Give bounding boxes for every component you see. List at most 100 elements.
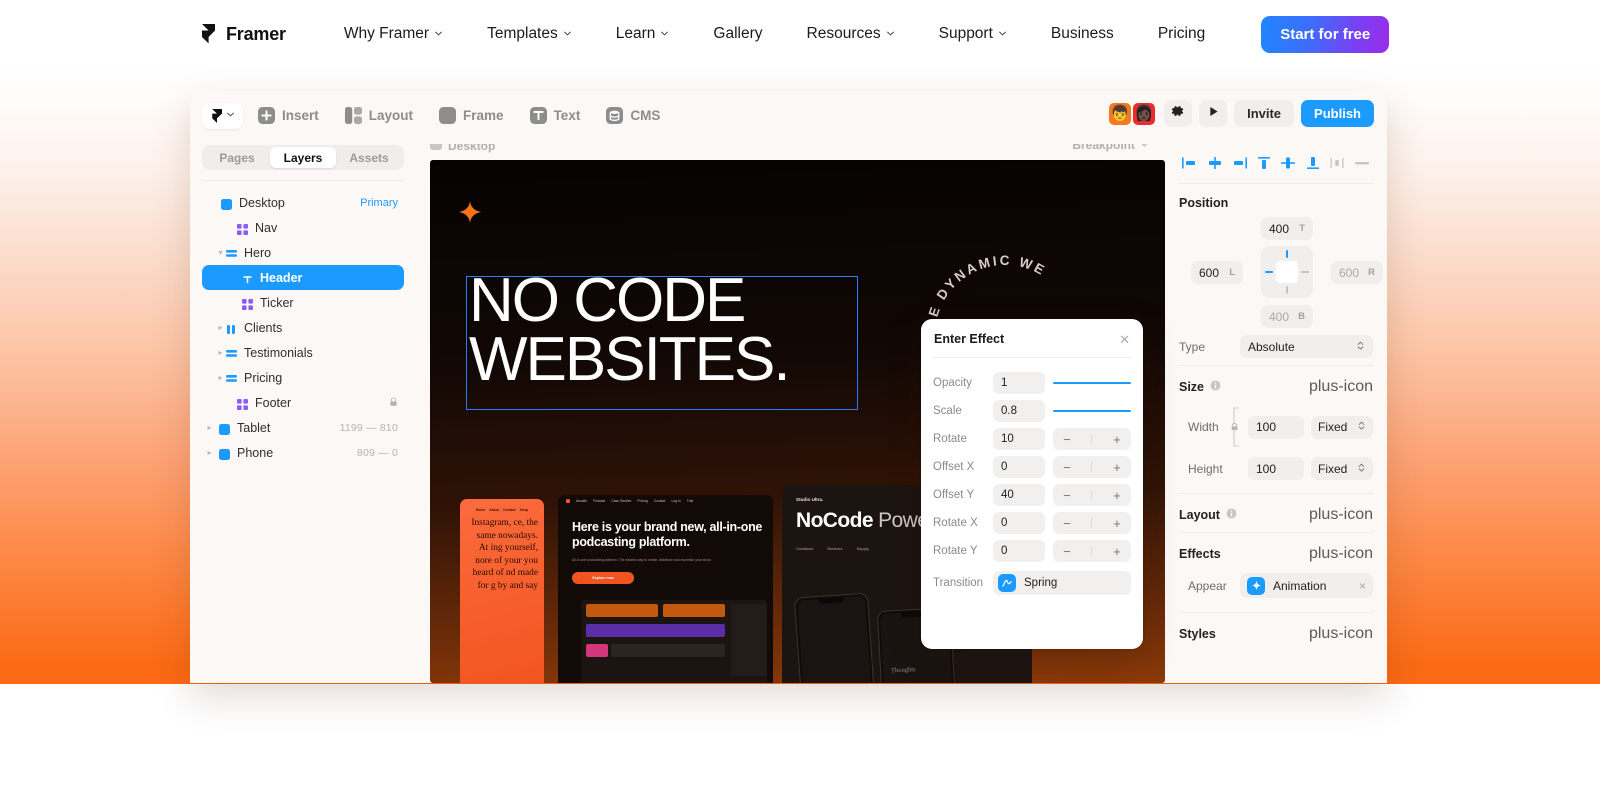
height-mode-select[interactable]: Fixed [1311, 457, 1373, 480]
layer-row-hero[interactable]: ▾ Hero [202, 240, 404, 265]
preview-button[interactable] [1199, 100, 1228, 127]
scale-input[interactable]: 0.8 [993, 400, 1045, 422]
nav-item-templates[interactable]: Templates [465, 17, 594, 51]
nav-item-gallery[interactable]: Gallery [691, 17, 784, 51]
info-icon[interactable] [1226, 508, 1237, 522]
layer-row-testimonials[interactable]: ▸ Testimonials [202, 340, 404, 365]
framer-brand[interactable]: Framer [200, 24, 286, 45]
align-left-icon[interactable] [1179, 152, 1202, 174]
layer-row-clients[interactable]: ▸ Clients [202, 315, 404, 340]
effect-animation-chip[interactable]: Animation × [1240, 573, 1373, 598]
stepper-minus-button[interactable]: − [1063, 544, 1071, 559]
start-for-free-button[interactable]: Start for free [1261, 15, 1390, 53]
enter-effect-popover[interactable]: Enter Effect ✕ Opacity 1 Scale 0.8 Rotat… [921, 319, 1143, 649]
toolbar-insert-button[interactable]: Insert [247, 101, 330, 130]
position-type-select[interactable]: Absolute [1240, 335, 1373, 358]
stepper-minus-button[interactable]: − [1063, 432, 1071, 447]
align-bottom-icon[interactable] [1302, 152, 1325, 174]
offset-x-stepper[interactable]: − + [1053, 456, 1131, 478]
stepper-plus-button[interactable]: + [1113, 544, 1121, 559]
nav-item-resources[interactable]: Resources [785, 17, 917, 51]
toolbar-cms-button[interactable]: CMS [595, 101, 671, 130]
layer-row-footer[interactable]: Footer [202, 390, 404, 415]
toolbar-text-button[interactable]: Text [519, 101, 592, 130]
project-menu-button[interactable] [202, 102, 243, 129]
layer-row-desktop[interactable]: Desktop Primary [202, 190, 404, 215]
canvas-frame-label[interactable]: Desktop [430, 144, 495, 153]
lock-icon[interactable] [389, 394, 398, 412]
invite-button[interactable]: Invite [1234, 100, 1295, 127]
nav-item-why-framer[interactable]: Why Framer [322, 17, 465, 51]
stepper-plus-button[interactable]: + [1113, 516, 1121, 531]
scale-slider[interactable] [1053, 400, 1131, 422]
layer-row-phone[interactable]: ▸ Phone 809 — 0 [202, 440, 404, 465]
position-left-input[interactable]: 600 L [1191, 261, 1243, 284]
disclosure-triangle-closed-icon[interactable]: ▸ [215, 348, 226, 357]
rotate-stepper[interactable]: − + [1053, 428, 1131, 450]
distribute-vertical-icon[interactable] [1351, 152, 1374, 174]
width-mode-select[interactable]: Fixed [1311, 415, 1373, 439]
transition-select[interactable]: Spring [993, 571, 1131, 595]
card-instagram-article[interactable]: Home About Contact Shop Instagram, ce, t… [460, 499, 544, 683]
settings-button[interactable] [1164, 100, 1193, 127]
tab-assets[interactable]: Assets [336, 147, 402, 168]
layer-row-pricing[interactable]: ▸ Pricing [202, 365, 404, 390]
nav-item-support[interactable]: Support [917, 17, 1029, 51]
align-horizontal-center-icon[interactable] [1204, 152, 1227, 174]
layer-row-tablet[interactable]: ▸ Tablet 1199 — 810 [202, 415, 404, 440]
position-anchor-pad[interactable] [1261, 246, 1313, 298]
align-top-icon[interactable] [1253, 152, 1276, 174]
rotate-input[interactable]: 10 [993, 428, 1045, 450]
layer-row-nav[interactable]: Nav [202, 215, 404, 240]
card-b-cta-button[interactable]: Explore now [572, 571, 634, 584]
toolbar-layout-button[interactable]: Layout [334, 101, 424, 130]
layer-row-ticker[interactable]: Ticker [202, 290, 404, 315]
opacity-slider[interactable] [1053, 372, 1131, 394]
layout-add-button[interactable]: plus-icon [1309, 507, 1373, 523]
styles-add-button[interactable]: plus-icon [1309, 626, 1373, 642]
disclosure-triangle-closed-icon[interactable]: ▸ [204, 423, 215, 432]
publish-button[interactable]: Publish [1301, 100, 1374, 127]
disclosure-triangle-closed-icon[interactable]: ▸ [215, 323, 226, 332]
distribute-horizontal-icon[interactable] [1326, 152, 1349, 174]
stepper-minus-button[interactable]: − [1063, 460, 1071, 475]
close-icon[interactable]: ✕ [1119, 333, 1130, 346]
tab-pages[interactable]: Pages [204, 147, 270, 168]
avatar-collaborator-1[interactable]: 👦 [1107, 100, 1134, 127]
tab-layers[interactable]: Layers [270, 147, 336, 168]
disclosure-triangle-closed-icon[interactable]: ▸ [215, 373, 226, 382]
nav-item-pricing[interactable]: Pricing [1136, 17, 1227, 51]
canvas-breakpoint-control[interactable]: Breakpoint [1072, 144, 1149, 152]
stepper-plus-button[interactable]: + [1113, 460, 1121, 475]
rotate-y-input[interactable]: 0 [993, 540, 1045, 562]
opacity-input[interactable]: 1 [993, 372, 1045, 394]
aspect-link-icon[interactable] [1230, 404, 1241, 450]
rotate-y-stepper[interactable]: − + [1053, 540, 1131, 562]
stepper-minus-button[interactable]: − [1063, 488, 1071, 503]
size-add-button[interactable]: plus-icon [1309, 379, 1373, 395]
align-vertical-center-icon[interactable] [1277, 152, 1300, 174]
offset-y-stepper[interactable]: − + [1053, 484, 1131, 506]
close-icon[interactable]: × [1359, 579, 1366, 593]
toolbar-frame-button[interactable]: Frame [428, 101, 515, 130]
position-bottom-input[interactable]: 400 B [1261, 305, 1313, 328]
position-top-input[interactable]: 400 T [1261, 217, 1313, 240]
height-input[interactable]: 100 [1248, 457, 1304, 480]
avatar-collaborator-2[interactable]: 👩🏿 [1131, 100, 1158, 127]
align-right-icon[interactable] [1228, 152, 1251, 174]
stepper-plus-button[interactable]: + [1113, 432, 1121, 447]
selected-text-layer-header[interactable]: NO CODE WEBSITES. [466, 270, 858, 410]
info-icon[interactable] [1210, 380, 1221, 394]
nav-item-business[interactable]: Business [1029, 17, 1136, 51]
effects-add-button[interactable]: plus-icon [1309, 546, 1373, 562]
nav-item-learn[interactable]: Learn [594, 17, 692, 51]
card-podcast-platform[interactable]: Akustik Podcast Case Studies Pricing Con… [558, 495, 773, 683]
rotate-x-stepper[interactable]: − + [1053, 512, 1131, 534]
rotate-x-input[interactable]: 0 [993, 512, 1045, 534]
stepper-minus-button[interactable]: − [1063, 516, 1071, 531]
stepper-plus-button[interactable]: + [1113, 488, 1121, 503]
disclosure-triangle-open-icon[interactable]: ▾ [215, 248, 226, 257]
layer-row-header[interactable]: Header [202, 265, 404, 290]
width-input[interactable]: 100 [1248, 415, 1304, 439]
offset-y-input[interactable]: 40 [993, 484, 1045, 506]
